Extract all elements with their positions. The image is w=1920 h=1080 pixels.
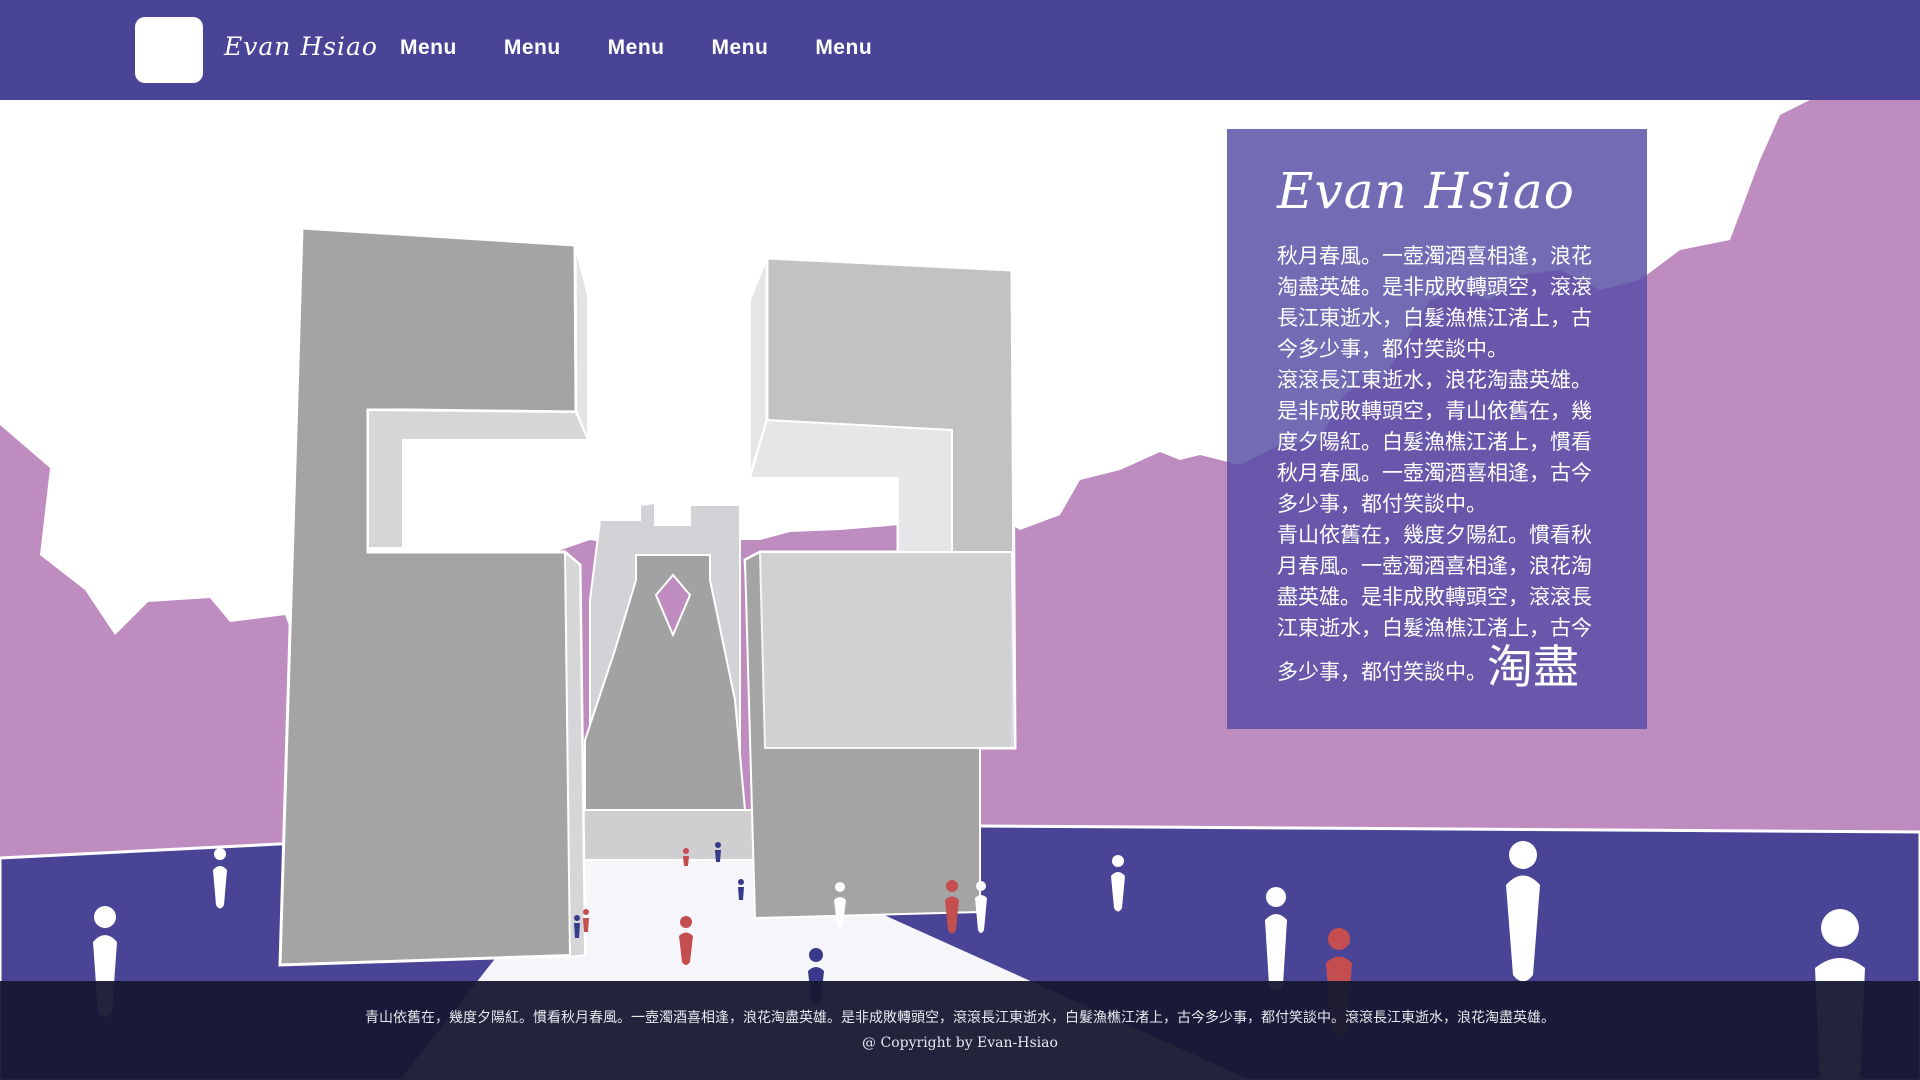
nav-menu-2[interactable]: Menu	[504, 36, 561, 60]
nav-menu-3[interactable]: Menu	[608, 36, 665, 60]
left-building-top	[278, 226, 587, 967]
footer: 青山依舊在，幾度夕陽紅。慣看秋月春風。一壺濁酒喜相逢，浪花淘盡英雄。是非成敗轉頭…	[0, 981, 1920, 1080]
brand-name[interactable]: Evan Hsiao	[224, 32, 378, 61]
panel-title: Evan Hsiao	[1277, 162, 1575, 220]
nav-menu-4[interactable]: Menu	[711, 36, 768, 60]
logo[interactable]	[135, 17, 203, 83]
panel-big-text: 淘盡	[1487, 640, 1579, 694]
panel-paragraph: 滾滾長江東逝水，浪花淘盡英雄。是非成敗轉頭空，青山依舊在，幾度夕陽紅。白髮漁樵江…	[1277, 368, 1592, 516]
panel-last-line: 多少事，都付笑談中。淘盡	[1277, 644, 1609, 690]
panel-last-text: 多少事，都付笑談中。	[1277, 660, 1487, 684]
right-building-lower	[758, 551, 1017, 749]
gate-base	[574, 809, 761, 861]
header-bar: Evan Hsiao Menu Menu Menu Menu Menu	[0, 0, 1920, 100]
main-nav: Menu Menu Menu Menu Menu	[400, 36, 919, 60]
copyright: @ Copyright by Evan-Hsiao	[862, 1035, 1058, 1051]
info-panel: Evan Hsiao 秋月春風。一壺濁酒喜相逢，浪花淘盡英雄。是非成敗轉頭空，滾…	[1227, 129, 1647, 729]
panel-paragraph: 秋月春風。一壺濁酒喜相逢，浪花淘盡英雄。是非成敗轉頭空，滾滾長江東逝水，白髮漁樵…	[1277, 244, 1592, 361]
nav-menu-1[interactable]: Menu	[400, 36, 457, 60]
panel-paragraph: 青山依舊在，幾度夕陽紅。慣看秋月春風。一壺濁酒喜相逢，浪花淘盡英雄。是非成敗轉頭…	[1277, 523, 1592, 640]
footer-text: 青山依舊在，幾度夕陽紅。慣看秋月春風。一壺濁酒喜相逢，浪花淘盡英雄。是非成敗轉頭…	[365, 1010, 1555, 1026]
nav-menu-5[interactable]: Menu	[815, 36, 872, 60]
